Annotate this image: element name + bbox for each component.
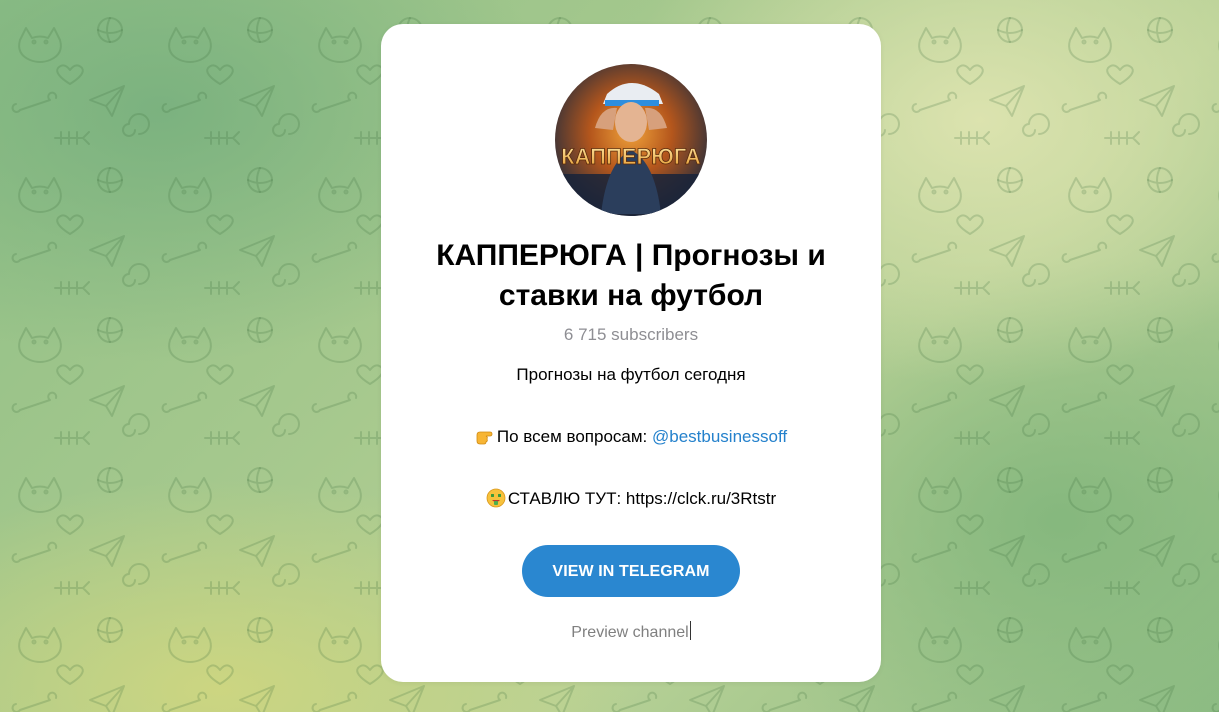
- avatar-logo-text: КАППЕРЮГА: [561, 144, 701, 169]
- contact-mention-link[interactable]: @bestbusinessoff: [652, 427, 787, 446]
- description-text: По всем вопросам:: [496, 427, 652, 446]
- channel-avatar: КАППЕРЮГА: [555, 64, 707, 216]
- preview-channel-row: Preview channel: [381, 621, 881, 644]
- preview-channel-link[interactable]: Preview channel: [571, 624, 688, 641]
- description-text: СТАВЛЮ ТУТ: https://clck.ru/3Rtstr: [507, 489, 777, 508]
- description-line: Прогнозы на футбол сегодня: [516, 365, 746, 384]
- description-line: СТАВЛЮ ТУТ: https://clck.ru/3Rtstr: [381, 487, 881, 511]
- description-line: По всем вопросам: @bestbusinessoff: [381, 425, 881, 449]
- view-in-telegram-button[interactable]: VIEW IN TELEGRAM: [522, 545, 740, 597]
- channel-card: КАППЕРЮГА КАППЕРЮГА | Прогнозы и ставки …: [381, 24, 881, 682]
- text-cursor: [689, 621, 691, 640]
- channel-title: КАППЕРЮГА | Прогнозы и ставки на футбол: [436, 239, 826, 312]
- subscriber-count: 6 715 subscribers: [563, 325, 699, 344]
- money-mouth-face-icon: [486, 488, 506, 508]
- pointing-hand-icon: [475, 426, 495, 446]
